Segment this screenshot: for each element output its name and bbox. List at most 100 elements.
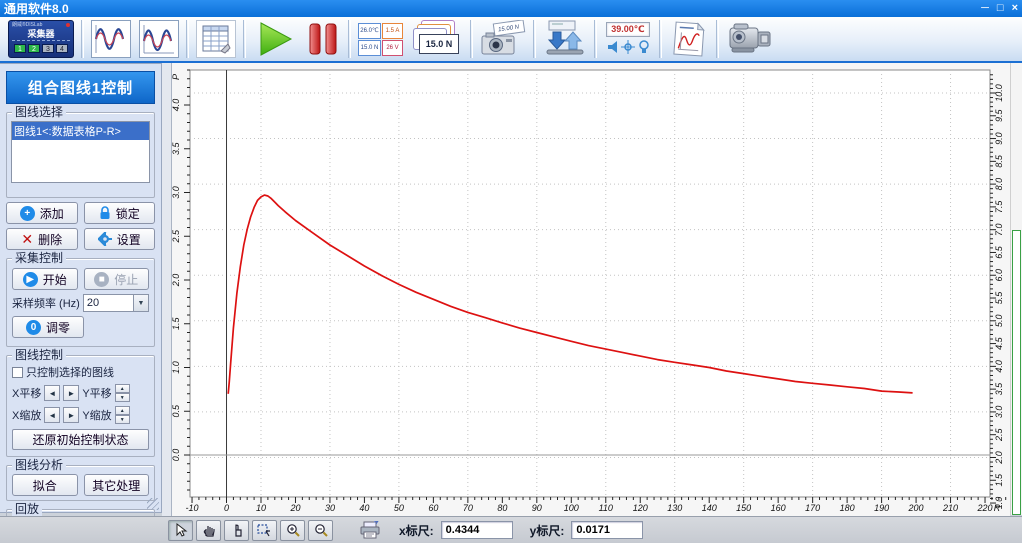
y-tick-label-right: 3.0 xyxy=(994,406,1004,419)
plot-area xyxy=(189,69,991,498)
stop-label: 停止 xyxy=(114,272,139,287)
print-button[interactable] xyxy=(357,520,382,541)
gear-icon xyxy=(97,232,112,246)
meters-panel-button[interactable]: 26.0℃ 1.5 A 15.0 N 26 V xyxy=(354,18,407,60)
temperature-control-icon: 39.00℃ xyxy=(604,22,652,56)
y-tick-label-left: 0.0 xyxy=(172,449,181,462)
meter-reading: 26 V xyxy=(382,39,403,56)
acq-stop-button[interactable]: ■ 停止 xyxy=(83,268,149,290)
x-tick-label: 20 xyxy=(289,503,300,513)
close-button[interactable]: × xyxy=(1012,1,1018,16)
fit-button[interactable]: 拟合 xyxy=(12,474,78,496)
acq-start-button[interactable]: ▶ 开始 xyxy=(12,268,78,290)
port-1: 1 xyxy=(14,44,26,53)
x-tick-label: 210 xyxy=(942,503,958,513)
panel-resize-grip[interactable] xyxy=(147,498,159,510)
pan-hand-button[interactable] xyxy=(196,519,221,541)
curve-listbox[interactable]: 图线1<:数据表格P-R> xyxy=(11,121,150,183)
delete-label: 删除 xyxy=(38,232,63,247)
toolbar-separator xyxy=(659,20,662,58)
waveform-view-button-2[interactable] xyxy=(135,18,183,60)
restore-initial-button[interactable]: 还原初始控制状态 xyxy=(12,429,149,450)
waveform-view-button-1[interactable] xyxy=(87,18,135,60)
y-zoom-spinner[interactable]: ▲ ▼ xyxy=(114,406,130,424)
x-tick-label: 60 xyxy=(428,503,438,513)
acquisition-group: 采集控制 ▶ 开始 ■ 停止 采样频率 (Hz) 20 ▼ 0 调零 xyxy=(6,251,155,347)
start-label: 开始 xyxy=(42,272,67,287)
analysis-label: 图线分析 xyxy=(12,458,67,472)
x-tick-label: 150 xyxy=(736,503,751,513)
add-curve-button[interactable]: + 添加 xyxy=(6,202,78,224)
x-zoom-in-button[interactable]: ► xyxy=(63,407,80,423)
only-selected-label: 只控制选择的图线 xyxy=(26,367,114,379)
lock-label: 锁定 xyxy=(115,206,140,221)
control-panel: 组合图线1控制 图线选择 图线1<:数据表格P-R> + 添加 锁定 ✕ 删除 … xyxy=(0,63,162,543)
chevron-down-icon[interactable]: ▼ xyxy=(133,295,148,311)
data-transfer-button[interactable] xyxy=(539,18,591,60)
zero-adjust-button[interactable]: 0 调零 xyxy=(12,316,84,338)
curve-settings-button[interactable]: 设置 xyxy=(83,228,155,250)
curve-control-group: 图线控制 只控制选择的图线 X平移 ◄ ► Y平移 ▲ ▼ X缩放 ◄ ► Y缩放… xyxy=(6,348,155,457)
point-hand-button[interactable] xyxy=(224,519,249,541)
rect-zoom-button[interactable] xyxy=(252,519,277,541)
y-tick-label-right: 2.5 xyxy=(994,427,1004,442)
add-label: 添加 xyxy=(39,206,64,221)
meter-reading: 15.0 N xyxy=(358,39,381,56)
zoom-out-icon xyxy=(314,524,328,537)
x-zoom-label: X缩放 xyxy=(12,410,42,422)
y-tick-label-right: 5.5 xyxy=(994,291,1004,305)
transfer-arrows-icon xyxy=(546,20,584,55)
y-pan-label: Y平移 xyxy=(82,388,112,400)
pause-acquisition-button[interactable] xyxy=(301,18,345,60)
toolbar-separator xyxy=(533,20,536,58)
cursor-icon xyxy=(176,523,187,537)
panel-chart-divider[interactable] xyxy=(162,63,172,516)
maximize-button[interactable]: □ xyxy=(997,1,1004,16)
collector-device-button[interactable]: 朗威®DISLab 采集器 1 2 3 4 xyxy=(4,18,78,60)
x-tick-label: 120 xyxy=(633,503,648,513)
table-icon xyxy=(196,20,236,58)
zero-icon: 0 xyxy=(25,319,41,335)
toolbar-separator xyxy=(470,20,473,58)
x-zoom-out-button[interactable]: ◄ xyxy=(44,407,61,423)
scrollbar-thumb[interactable] xyxy=(1012,230,1021,515)
x-ruler-value[interactable]: 0.4344 xyxy=(440,521,513,539)
zoom-in-button[interactable] xyxy=(280,519,305,541)
y-tick-label-right: 1.0 xyxy=(994,497,1004,510)
x-tick-label: 90 xyxy=(532,503,542,513)
settings-label: 设置 xyxy=(116,232,141,247)
meters-quad-icon: 26.0℃ 1.5 A 15.0 N 26 V xyxy=(358,22,403,56)
zero-label: 调零 xyxy=(45,320,70,335)
y-tick-label-right: 9.5 xyxy=(994,109,1004,123)
report-button[interactable] xyxy=(665,18,713,60)
select-cursor-button[interactable] xyxy=(168,519,193,541)
y-tick-label-right: 6.0 xyxy=(994,269,1004,282)
video-capture-button[interactable] xyxy=(722,18,780,60)
x-pan-right-button[interactable]: ► xyxy=(63,385,80,401)
other-processing-button[interactable]: 其它处理 xyxy=(83,474,149,496)
lock-curve-button[interactable]: 锁定 xyxy=(83,202,155,224)
x-tick-label: 50 xyxy=(394,503,404,513)
sample-rate-value: 20 xyxy=(86,297,100,309)
chart-canvas[interactable]: -10 0 10 20 30 40 50 60 70 80 90 100 110 120 130 140 150… xyxy=(171,63,1010,516)
y-pan-spinner[interactable]: ▲ ▼ xyxy=(114,384,130,402)
fit-label: 拟合 xyxy=(32,478,57,493)
curve-list-item[interactable]: 图线1<:数据表格P-R> xyxy=(12,122,149,140)
minimize-button[interactable]: ─ xyxy=(981,1,989,16)
only-selected-checkbox[interactable] xyxy=(12,366,23,378)
data-table-button[interactable] xyxy=(192,18,240,60)
vertical-scrollbar[interactable] xyxy=(1010,63,1022,515)
environment-control-button[interactable]: 39.00℃ xyxy=(600,18,656,60)
snapshot-button[interactable]: 15.00 N xyxy=(476,18,530,60)
zoom-out-button[interactable] xyxy=(308,519,333,541)
sample-rate-combo[interactable]: 20 ▼ xyxy=(82,294,149,312)
y-tick-label-right: 1.5 xyxy=(994,473,1004,487)
x-tick-label: 130 xyxy=(667,503,682,513)
port-3: 3 xyxy=(42,44,54,53)
meter-stack-button[interactable]: 15.0 N xyxy=(407,18,467,60)
start-acquisition-button[interactable] xyxy=(249,18,301,60)
x-pan-left-button[interactable]: ◄ xyxy=(44,385,61,401)
y-ruler-value[interactable]: 0.0171 xyxy=(571,521,644,539)
delete-curve-button[interactable]: ✕ 删除 xyxy=(6,228,78,250)
hand-icon xyxy=(203,526,215,537)
